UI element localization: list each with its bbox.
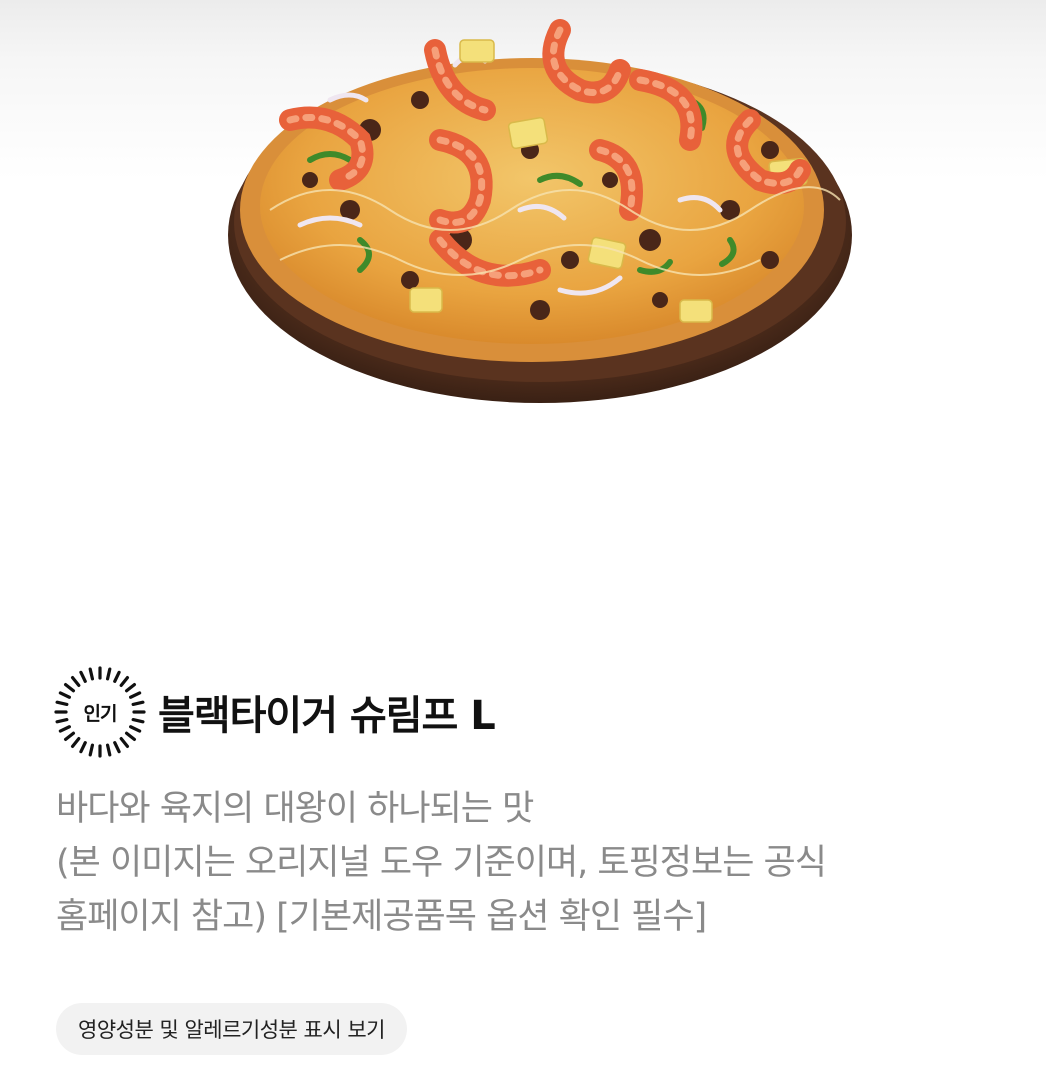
product-description: 바다와 육지의 대왕이 하나되는 맛 (본 이미지는 오리지널 도우 기준이며,… bbox=[56, 782, 1016, 944]
description-line: 홈페이지 참고) [기본제공품목 옵션 확인 필수] bbox=[56, 897, 707, 937]
product-title: 블랙타이거 슈림프 L bbox=[158, 693, 496, 739]
popular-badge: 인기 bbox=[52, 664, 148, 760]
popular-badge-label: 인기 bbox=[83, 702, 118, 725]
nutrition-allergen-button[interactable]: 영양성분 및 알레르기성분 표시 보기 bbox=[56, 1003, 407, 1055]
pizza-image bbox=[210, 10, 870, 410]
description-line: (본 이미지는 오리지널 도우 기준이며, 토핑정보는 공식 bbox=[56, 843, 827, 883]
product-info: 인기 블랙타이거 슈림프 L 바다와 육지의 대왕이 하나되는 맛 (본 이미지… bbox=[54, 664, 1016, 944]
title-row: 인기 블랙타이거 슈림프 L bbox=[54, 664, 1016, 760]
description-line: 바다와 육지의 대왕이 하나되는 맛 bbox=[56, 789, 534, 829]
product-image-area bbox=[0, 0, 1046, 640]
